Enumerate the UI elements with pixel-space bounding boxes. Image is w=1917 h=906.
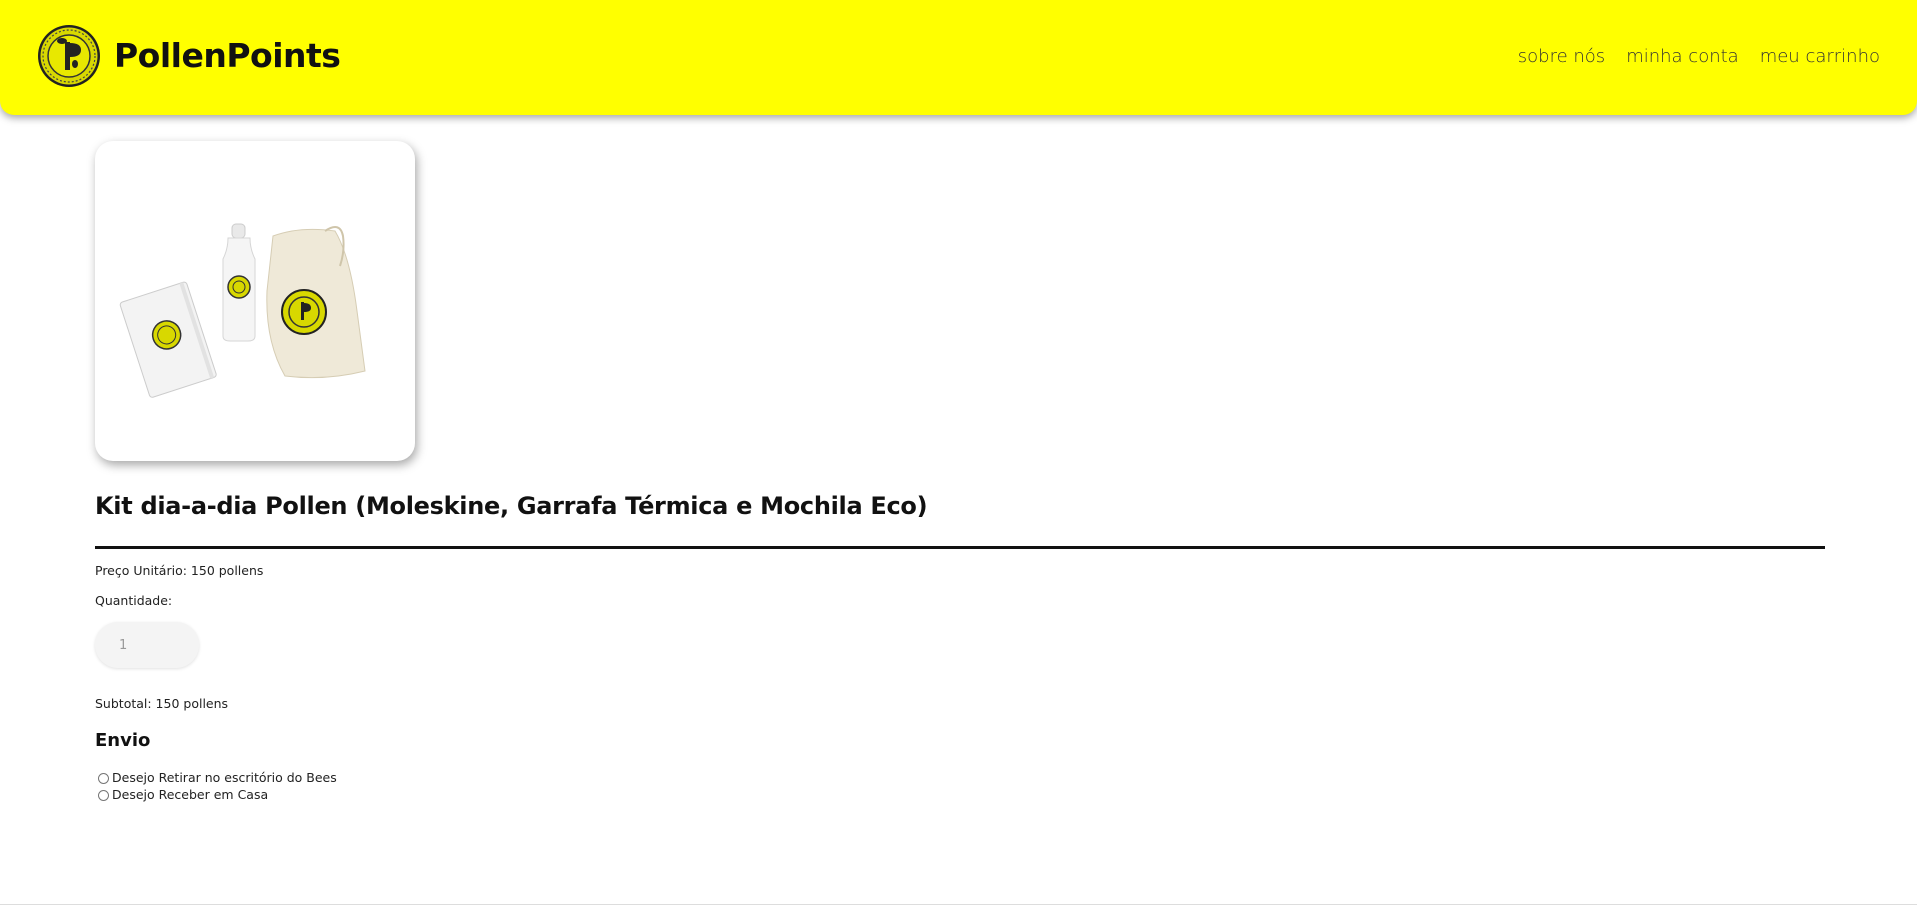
shipping-option-home[interactable]: Desejo Receber em Casa [98,787,268,803]
shipping-title: Envio [95,730,151,751]
product-kit-image [119,223,366,398]
nav-account-link[interactable]: minha conta [1626,43,1739,71]
subtotal: Subtotal: 150 pollens [95,696,229,711]
divider [95,546,1825,549]
main-nav: sobre nós minha conta meu carrinho [1518,43,1880,71]
shipping-home-radio[interactable] [98,789,109,801]
shipping-home-label: Desejo Receber em Casa [112,787,269,802]
shipping-pickup-radio[interactable] [98,772,109,784]
brand-name[interactable]: PollenPoints [114,34,341,78]
quantity-input[interactable] [95,622,199,668]
bee-coin-logo-icon[interactable] [37,24,101,88]
product-image-card [95,141,415,461]
top-header: PollenPoints sobre nós minha conta meu c… [0,0,1917,115]
quantity-label: Quantidade: [95,593,173,608]
shipping-pickup-label: Desejo Retirar no escritório do Bees [112,770,337,785]
product-title: Kit dia-a-dia Pollen (Moleskine, Garrafa… [95,492,928,520]
nav-cart-link[interactable]: meu carrinho [1760,43,1880,71]
shipping-option-pickup[interactable]: Desejo Retirar no escritório do Bees [98,770,337,786]
nav-about-link[interactable]: sobre nós [1518,43,1605,71]
unit-price: Preço Unitário: 150 pollens [95,563,264,578]
footer-divider [0,904,1917,905]
